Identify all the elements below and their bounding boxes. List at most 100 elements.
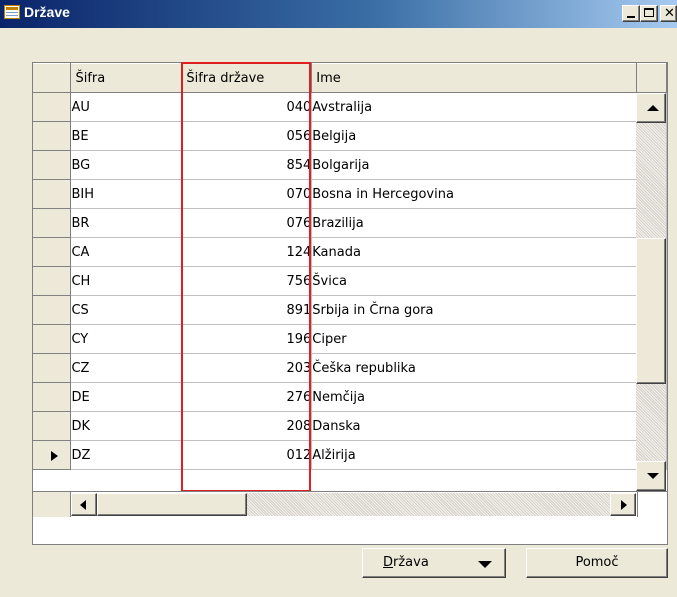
table-row[interactable]: DE 276 Nemčija (33, 382, 667, 412)
cell-name[interactable]: Kanada (311, 237, 637, 267)
column-header-sifra[interactable]: Šifra (70, 63, 183, 93)
row-selector[interactable] (33, 237, 72, 267)
scroll-down-button[interactable] (636, 461, 666, 491)
cell-code[interactable]: DZ (70, 440, 183, 470)
cell-code[interactable]: DK (70, 411, 183, 441)
table-row[interactable]: CA 124 Kanada (33, 237, 667, 267)
minimize-button[interactable] (622, 5, 640, 22)
row-selector[interactable] (33, 411, 72, 441)
table-row[interactable]: CZ 203 Češka republika (33, 353, 667, 383)
window-body: Šifra Šifra države Ime AU 040 Avstralija BE… (0, 28, 677, 597)
row-selector[interactable] (33, 295, 72, 325)
close-icon: ✕ (664, 6, 675, 21)
cell-name[interactable]: Alžirija (311, 440, 637, 470)
cell-country-code[interactable]: 056 (181, 121, 313, 151)
table-row[interactable]: CH 756 Švica (33, 266, 667, 296)
row-selector[interactable] (33, 266, 72, 296)
cell-code[interactable]: DE (70, 382, 183, 412)
dropdown-arrow-icon (478, 561, 492, 568)
scroll-up-button[interactable] (636, 93, 666, 123)
row-selector[interactable] (33, 208, 72, 238)
cell-code[interactable]: CA (70, 237, 183, 267)
row-selector[interactable] (33, 179, 72, 209)
cell-code[interactable]: CH (70, 266, 183, 296)
cell-code[interactable]: AU (70, 92, 183, 122)
cell-name[interactable]: Nemčija (311, 382, 637, 412)
table-icon (4, 5, 20, 19)
scroll-right-button[interactable] (610, 493, 636, 516)
row-selector[interactable] (33, 92, 72, 122)
cell-name[interactable]: Ciper (311, 324, 637, 354)
cell-country-code[interactable]: 854 (181, 150, 313, 180)
table-row[interactable]: BG 854 Bolgarija (33, 150, 667, 180)
cell-country-code[interactable]: 070 (181, 179, 313, 209)
cell-code[interactable]: CZ (70, 353, 183, 383)
countries-grid: Šifra Šifra države Ime AU 040 Avstralija BE… (32, 62, 668, 545)
scroll-left-button[interactable] (71, 493, 97, 516)
cell-name[interactable]: Bosna in Hercegovina (311, 179, 637, 209)
cell-country-code[interactable]: 208 (181, 411, 313, 441)
arrow-up-icon (647, 105, 659, 111)
cell-code[interactable]: CY (70, 324, 183, 354)
row-selector[interactable] (33, 353, 72, 383)
title-bar[interactable]: Države ✕ (0, 0, 677, 28)
vertical-scrollbar[interactable] (636, 93, 666, 491)
table-row[interactable]: DK 208 Danska (33, 411, 667, 441)
cell-code[interactable]: BR (70, 208, 183, 238)
cell-country-code[interactable]: 756 (181, 266, 313, 296)
close-button[interactable]: ✕ (660, 5, 677, 22)
cell-country-code[interactable]: 040 (181, 92, 313, 122)
cell-name[interactable]: Belgija (311, 121, 637, 151)
row-selector[interactable] (33, 324, 72, 354)
header-row: Šifra Šifra države Ime (33, 63, 667, 93)
maximize-button[interactable] (640, 5, 658, 22)
cell-name[interactable]: Brazilija (311, 208, 637, 238)
table-row[interactable]: CS 891 Srbija in Črna gora (33, 295, 667, 325)
minimize-icon (627, 16, 635, 18)
cell-country-code[interactable]: 276 (181, 382, 313, 412)
cell-country-code[interactable]: 196 (181, 324, 313, 354)
cell-code[interactable]: BIH (70, 179, 183, 209)
cell-name[interactable]: Avstralija (311, 92, 637, 122)
cell-country-code[interactable]: 124 (181, 237, 313, 267)
arrow-down-icon (647, 473, 659, 479)
help-button[interactable]: Pomoč (526, 548, 668, 578)
column-header-ime[interactable]: Ime (311, 63, 637, 93)
table-row[interactable]: BIH 070 Bosna in Hercegovina (33, 179, 667, 209)
cell-name[interactable]: Srbija in Črna gora (311, 295, 637, 325)
cell-code[interactable]: CS (70, 295, 183, 325)
cell-name[interactable]: Švica (311, 266, 637, 296)
cell-country-code[interactable]: 076 (181, 208, 313, 238)
row-selector[interactable] (33, 440, 72, 470)
cell-name[interactable]: Češka republika (311, 353, 637, 383)
arrow-left-icon (80, 500, 86, 510)
table-row[interactable]: BE 056 Belgija (33, 121, 667, 151)
column-header-spacer (636, 63, 667, 93)
horizontal-bar (33, 491, 667, 517)
row-selector[interactable] (33, 382, 72, 412)
countries-table: Šifra Šifra države Ime AU 040 Avstralija BE… (33, 63, 667, 470)
row-selector-footer (33, 492, 71, 517)
table-row[interactable]: BR 076 Brazilija (33, 208, 667, 238)
cell-country-code[interactable]: 012 (181, 440, 313, 470)
row-selector[interactable] (33, 121, 72, 151)
row-selector-header[interactable] (33, 63, 72, 93)
column-header-sifra-drzave[interactable]: Šifra države (181, 63, 313, 93)
cell-country-code[interactable]: 891 (181, 295, 313, 325)
cell-name[interactable]: Bolgarija (311, 150, 637, 180)
drzava-menu-button[interactable]: Država (362, 548, 506, 578)
table-row[interactable]: DZ 012 Alžirija (33, 440, 667, 470)
table-row[interactable]: AU 040 Avstralija (33, 92, 667, 122)
arrow-right-icon (621, 500, 627, 510)
cell-code[interactable]: BE (70, 121, 183, 151)
cell-code[interactable]: BG (70, 150, 183, 180)
row-selector[interactable] (33, 150, 72, 180)
scroll-corner (637, 492, 667, 517)
cell-country-code[interactable]: 203 (181, 353, 313, 383)
table-row[interactable]: CY 196 Ciper (33, 324, 667, 354)
vertical-scroll-thumb[interactable] (636, 238, 666, 384)
horizontal-scrollbar[interactable] (71, 493, 636, 516)
cell-name[interactable]: Danska (311, 411, 637, 441)
horizontal-scroll-thumb[interactable] (97, 493, 247, 516)
current-row-icon (51, 451, 58, 461)
